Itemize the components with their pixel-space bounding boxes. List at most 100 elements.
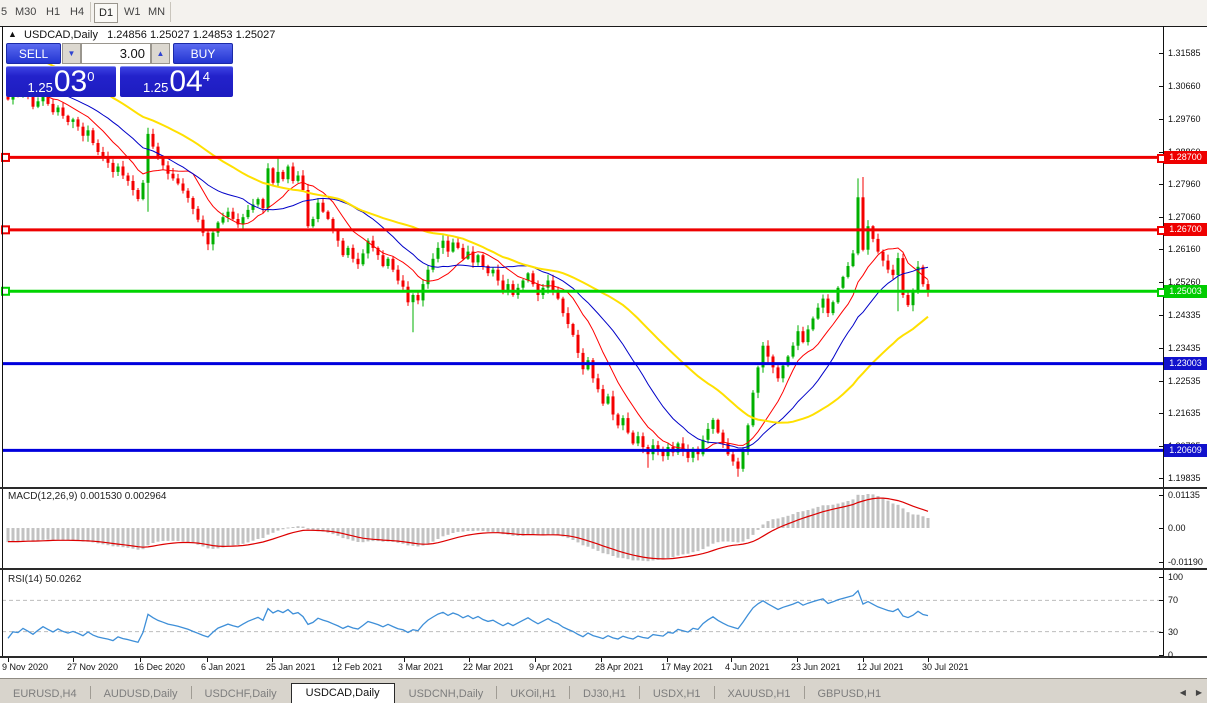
chart-tab-eurusd[interactable]: EURUSD,H4: [0, 685, 90, 703]
macd-tick-label: 0.00: [1168, 523, 1186, 533]
date-tick-label: 27 Nov 2020: [67, 662, 119, 672]
mt4-terminal: 5 M30 H1 H4 D1 W1 MN ▲ USDCAD,Daily 1.24856 1.…: [0, 0, 1207, 703]
date-tick-label: 4 Jun 2021: [725, 662, 770, 672]
chart-tab-usdcad[interactable]: USDCAD,Daily: [290, 683, 395, 703]
toolbar-separator: [90, 2, 91, 22]
price-tick-mark: [1159, 281, 1164, 283]
volume-increase-button[interactable]: ▲: [151, 43, 170, 64]
price-label-chip: 1.26700: [1164, 223, 1207, 237]
price-tick-label: 1.19835: [1168, 473, 1201, 484]
buy-button[interactable]: BUY: [173, 43, 233, 64]
macd-panel-canvas[interactable]: [0, 489, 1163, 568]
candles: [6, 85, 930, 477]
price-tick-label: 1.24335: [1168, 310, 1201, 321]
macd-tick-mark: [1159, 495, 1164, 496]
rsi-tick-mark: [1159, 631, 1164, 633]
price-label-chip: 1.28700: [1164, 150, 1207, 164]
chart-left-border: [2, 26, 3, 658]
date-tick-label: 17 May 2021: [661, 662, 714, 672]
chart-tab-dj30[interactable]: DJ30,H1: [570, 685, 639, 703]
price-tick-mark: [1159, 315, 1164, 317]
rsi-tick-label: 30: [1168, 626, 1179, 637]
one-click-trading-panel: SELL ▼ 3.00 ▲ BUY 1.25 03 0 1.25 04 4: [6, 43, 233, 97]
rsi-dateaxis-separator: [0, 656, 1207, 658]
price-tick-mark: [1159, 53, 1164, 54]
tab-scroll-left-button[interactable]: ◀: [1175, 688, 1191, 703]
volume-decrease-button[interactable]: ▼: [62, 43, 81, 64]
timeframe-button-MN[interactable]: MN: [144, 3, 169, 21]
macd-tick-mark: [1159, 528, 1164, 529]
date-tick-label: 16 Dec 2020: [134, 662, 186, 672]
rsi-tick-mark: [1159, 577, 1164, 578]
timeframe-button-M30[interactable]: M30: [11, 3, 40, 21]
timeframe-toolbar: 5 M30 H1 H4 D1 W1 MN: [0, 0, 1207, 26]
macd-histogram: [6, 494, 930, 562]
ma-line-40: [7, 42, 929, 424]
rsi-tick-label: 70: [1168, 595, 1179, 606]
price-tick-label: 1.30660: [1168, 81, 1201, 92]
timeframe-button-H4[interactable]: H4: [66, 3, 88, 21]
chart-tab-audusd[interactable]: AUDUSD,Daily: [91, 685, 191, 703]
chip-anchor-marker: [1157, 153, 1166, 163]
macd-rsi-separator[interactable]: [0, 568, 1207, 570]
price-tick-label: 1.26160: [1168, 244, 1201, 255]
sell-price-prefix: 1.25: [27, 80, 53, 95]
chart-tab-usdchf[interactable]: USDCHF,Daily: [192, 685, 290, 703]
sell-price-button[interactable]: 1.25 03 0: [6, 66, 116, 97]
macd-tick-label: -0.01190: [1168, 557, 1203, 567]
date-tick-label: 28 Apr 2021: [595, 662, 644, 672]
macd-label: MACD(12,26,9) 0.001530 0.002964: [8, 491, 167, 502]
chart-tab-ukoil[interactable]: UKOil,H1: [497, 685, 569, 703]
price-tick-mark: [1159, 184, 1164, 186]
main-macd-separator[interactable]: [0, 487, 1207, 489]
date-tick-label: 30 Jul 2021: [922, 662, 969, 672]
buy-price-point: 4: [202, 69, 210, 84]
toolbar-separator: [170, 2, 171, 22]
date-tick-label: 22 Mar 2021: [463, 662, 514, 672]
rsi-panel-canvas[interactable]: [0, 570, 1163, 657]
rsi-tick-label: 100: [1168, 572, 1184, 582]
chart-tab-usdx[interactable]: USDX,H1: [640, 685, 714, 703]
price-tick-label: 1.31585: [1168, 48, 1201, 58]
timeframe-button-5[interactable]: 5: [0, 3, 11, 21]
price-tick-mark: [1159, 119, 1164, 121]
ma-line-10: [7, 84, 929, 452]
hline-anchor-marker[interactable]: [1, 225, 10, 235]
chart-tab-gbpusd[interactable]: GBPUSD,H1: [805, 685, 895, 703]
price-tick-mark: [1159, 86, 1164, 88]
date-tick-label: 23 Jun 2021: [791, 662, 841, 672]
price-tick-label: 1.22535: [1168, 375, 1201, 386]
sell-button[interactable]: SELL: [6, 43, 61, 64]
price-label-chip: 1.20609: [1164, 443, 1207, 457]
timeframe-button-H1[interactable]: H1: [42, 3, 64, 21]
date-tick-label: 3 Mar 2021: [398, 662, 444, 672]
buy-price-prefix: 1.25: [143, 80, 169, 95]
volume-input[interactable]: 3.00: [81, 43, 151, 64]
price-tick-mark: [1159, 348, 1164, 350]
macd-tick-label: 0.01135: [1168, 490, 1200, 500]
chart-tab-usdcnh[interactable]: USDCNH,Daily: [396, 685, 497, 703]
price-tick-label: 1.21635: [1168, 408, 1201, 419]
chart-tab-xauusd[interactable]: XAUUSD,H1: [715, 685, 804, 703]
timeframe-button-W1[interactable]: W1: [120, 3, 145, 21]
price-tick-mark: [1159, 478, 1164, 480]
rsi-label: RSI(14) 50.0262: [8, 574, 82, 585]
rsi-tick-label: 0: [1168, 650, 1174, 660]
date-tick-label: 12 Jul 2021: [857, 662, 904, 672]
sell-price-point: 0: [87, 69, 95, 84]
tab-scroll-right-button[interactable]: ▶: [1191, 688, 1207, 703]
hline-anchor-marker[interactable]: [1, 152, 10, 162]
price-label-chip: 1.25003: [1164, 284, 1207, 298]
buy-price-pips: 04: [169, 65, 203, 98]
price-tick-label: 1.27960: [1168, 179, 1201, 190]
price-tick-mark: [1159, 413, 1164, 415]
price-tick-mark: [1159, 249, 1164, 251]
buy-price-button[interactable]: 1.25 04 4: [120, 66, 233, 97]
macd-tick-mark: [1159, 562, 1164, 563]
price-axis-border: [1163, 26, 1164, 658]
hline-anchor-marker[interactable]: [1, 286, 10, 296]
timeframe-button-D1[interactable]: D1: [94, 3, 119, 23]
price-tick-label: 1.23435: [1168, 343, 1201, 354]
date-tick-label: 12 Feb 2021: [332, 662, 383, 672]
price-tick-mark: [1159, 380, 1164, 382]
